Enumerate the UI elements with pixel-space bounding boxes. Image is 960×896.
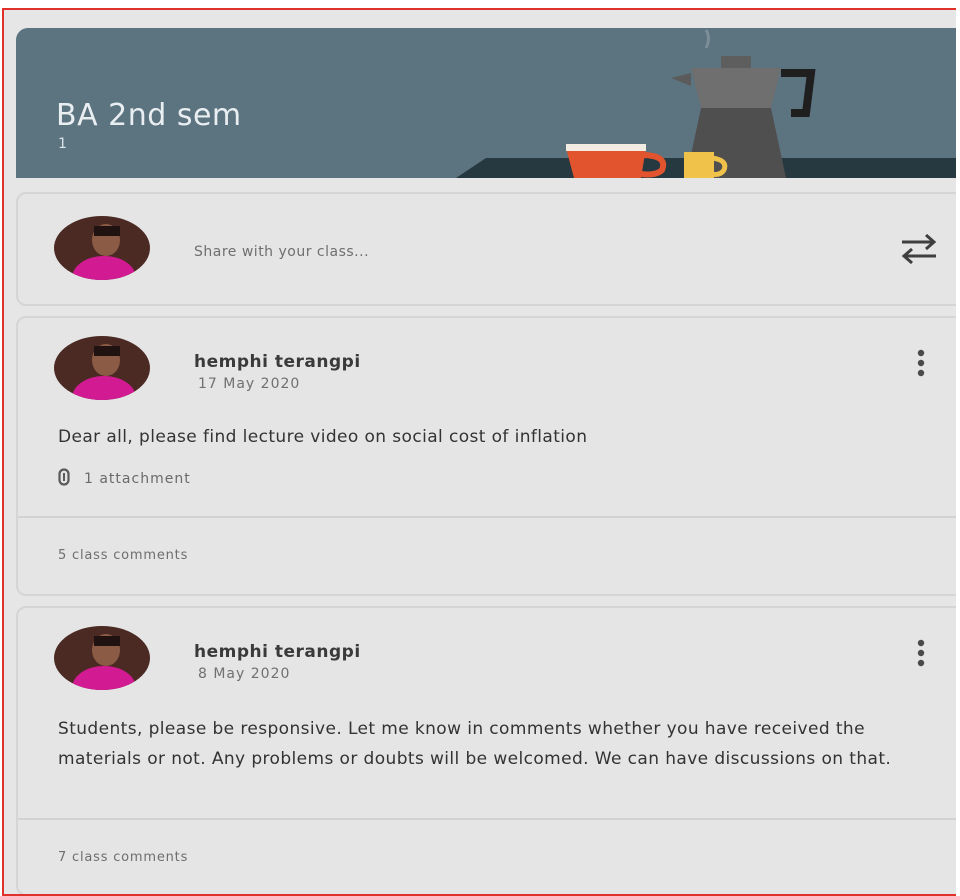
more-options-icon[interactable] bbox=[916, 348, 926, 378]
share-input[interactable]: Share with your class... bbox=[194, 244, 369, 260]
post-author: hemphi terangpi bbox=[194, 352, 361, 372]
post-date: 17 May 2020 bbox=[198, 376, 301, 392]
post-text: Dear all, please find lecture video on s… bbox=[58, 427, 588, 447]
post-author: hemphi terangpi bbox=[194, 642, 361, 662]
author-avatar bbox=[54, 626, 150, 690]
divider bbox=[18, 818, 956, 820]
post-card: hemphi terangpi 8 May 2020 Students, ple… bbox=[16, 606, 956, 894]
class-banner: BA 2nd sem 1 bbox=[16, 28, 956, 178]
repost-icon[interactable] bbox=[896, 232, 942, 266]
divider bbox=[18, 516, 956, 518]
class-comments-link[interactable]: 5 class comments bbox=[58, 548, 188, 563]
post-card: hemphi terangpi 17 May 2020 Dear all, pl… bbox=[16, 316, 956, 596]
attachment-link[interactable]: 1 attachment bbox=[58, 468, 191, 487]
app-frame: BA 2nd sem 1 Share with your class... he… bbox=[2, 8, 956, 896]
class-section: 1 bbox=[58, 136, 67, 152]
author-avatar bbox=[54, 336, 150, 400]
attachment-label: 1 attachment bbox=[84, 471, 191, 487]
post-date: 8 May 2020 bbox=[198, 666, 291, 682]
avatar bbox=[54, 216, 150, 280]
coffee-illustration bbox=[456, 29, 956, 178]
post-text: Students, please be responsive. Let me k… bbox=[58, 719, 892, 769]
more-options-icon[interactable] bbox=[916, 638, 926, 668]
share-box[interactable]: Share with your class... bbox=[16, 192, 956, 306]
class-comments-link[interactable]: 7 class comments bbox=[58, 850, 188, 865]
paperclip-icon bbox=[58, 468, 70, 486]
class-title: BA 2nd sem bbox=[56, 98, 242, 133]
